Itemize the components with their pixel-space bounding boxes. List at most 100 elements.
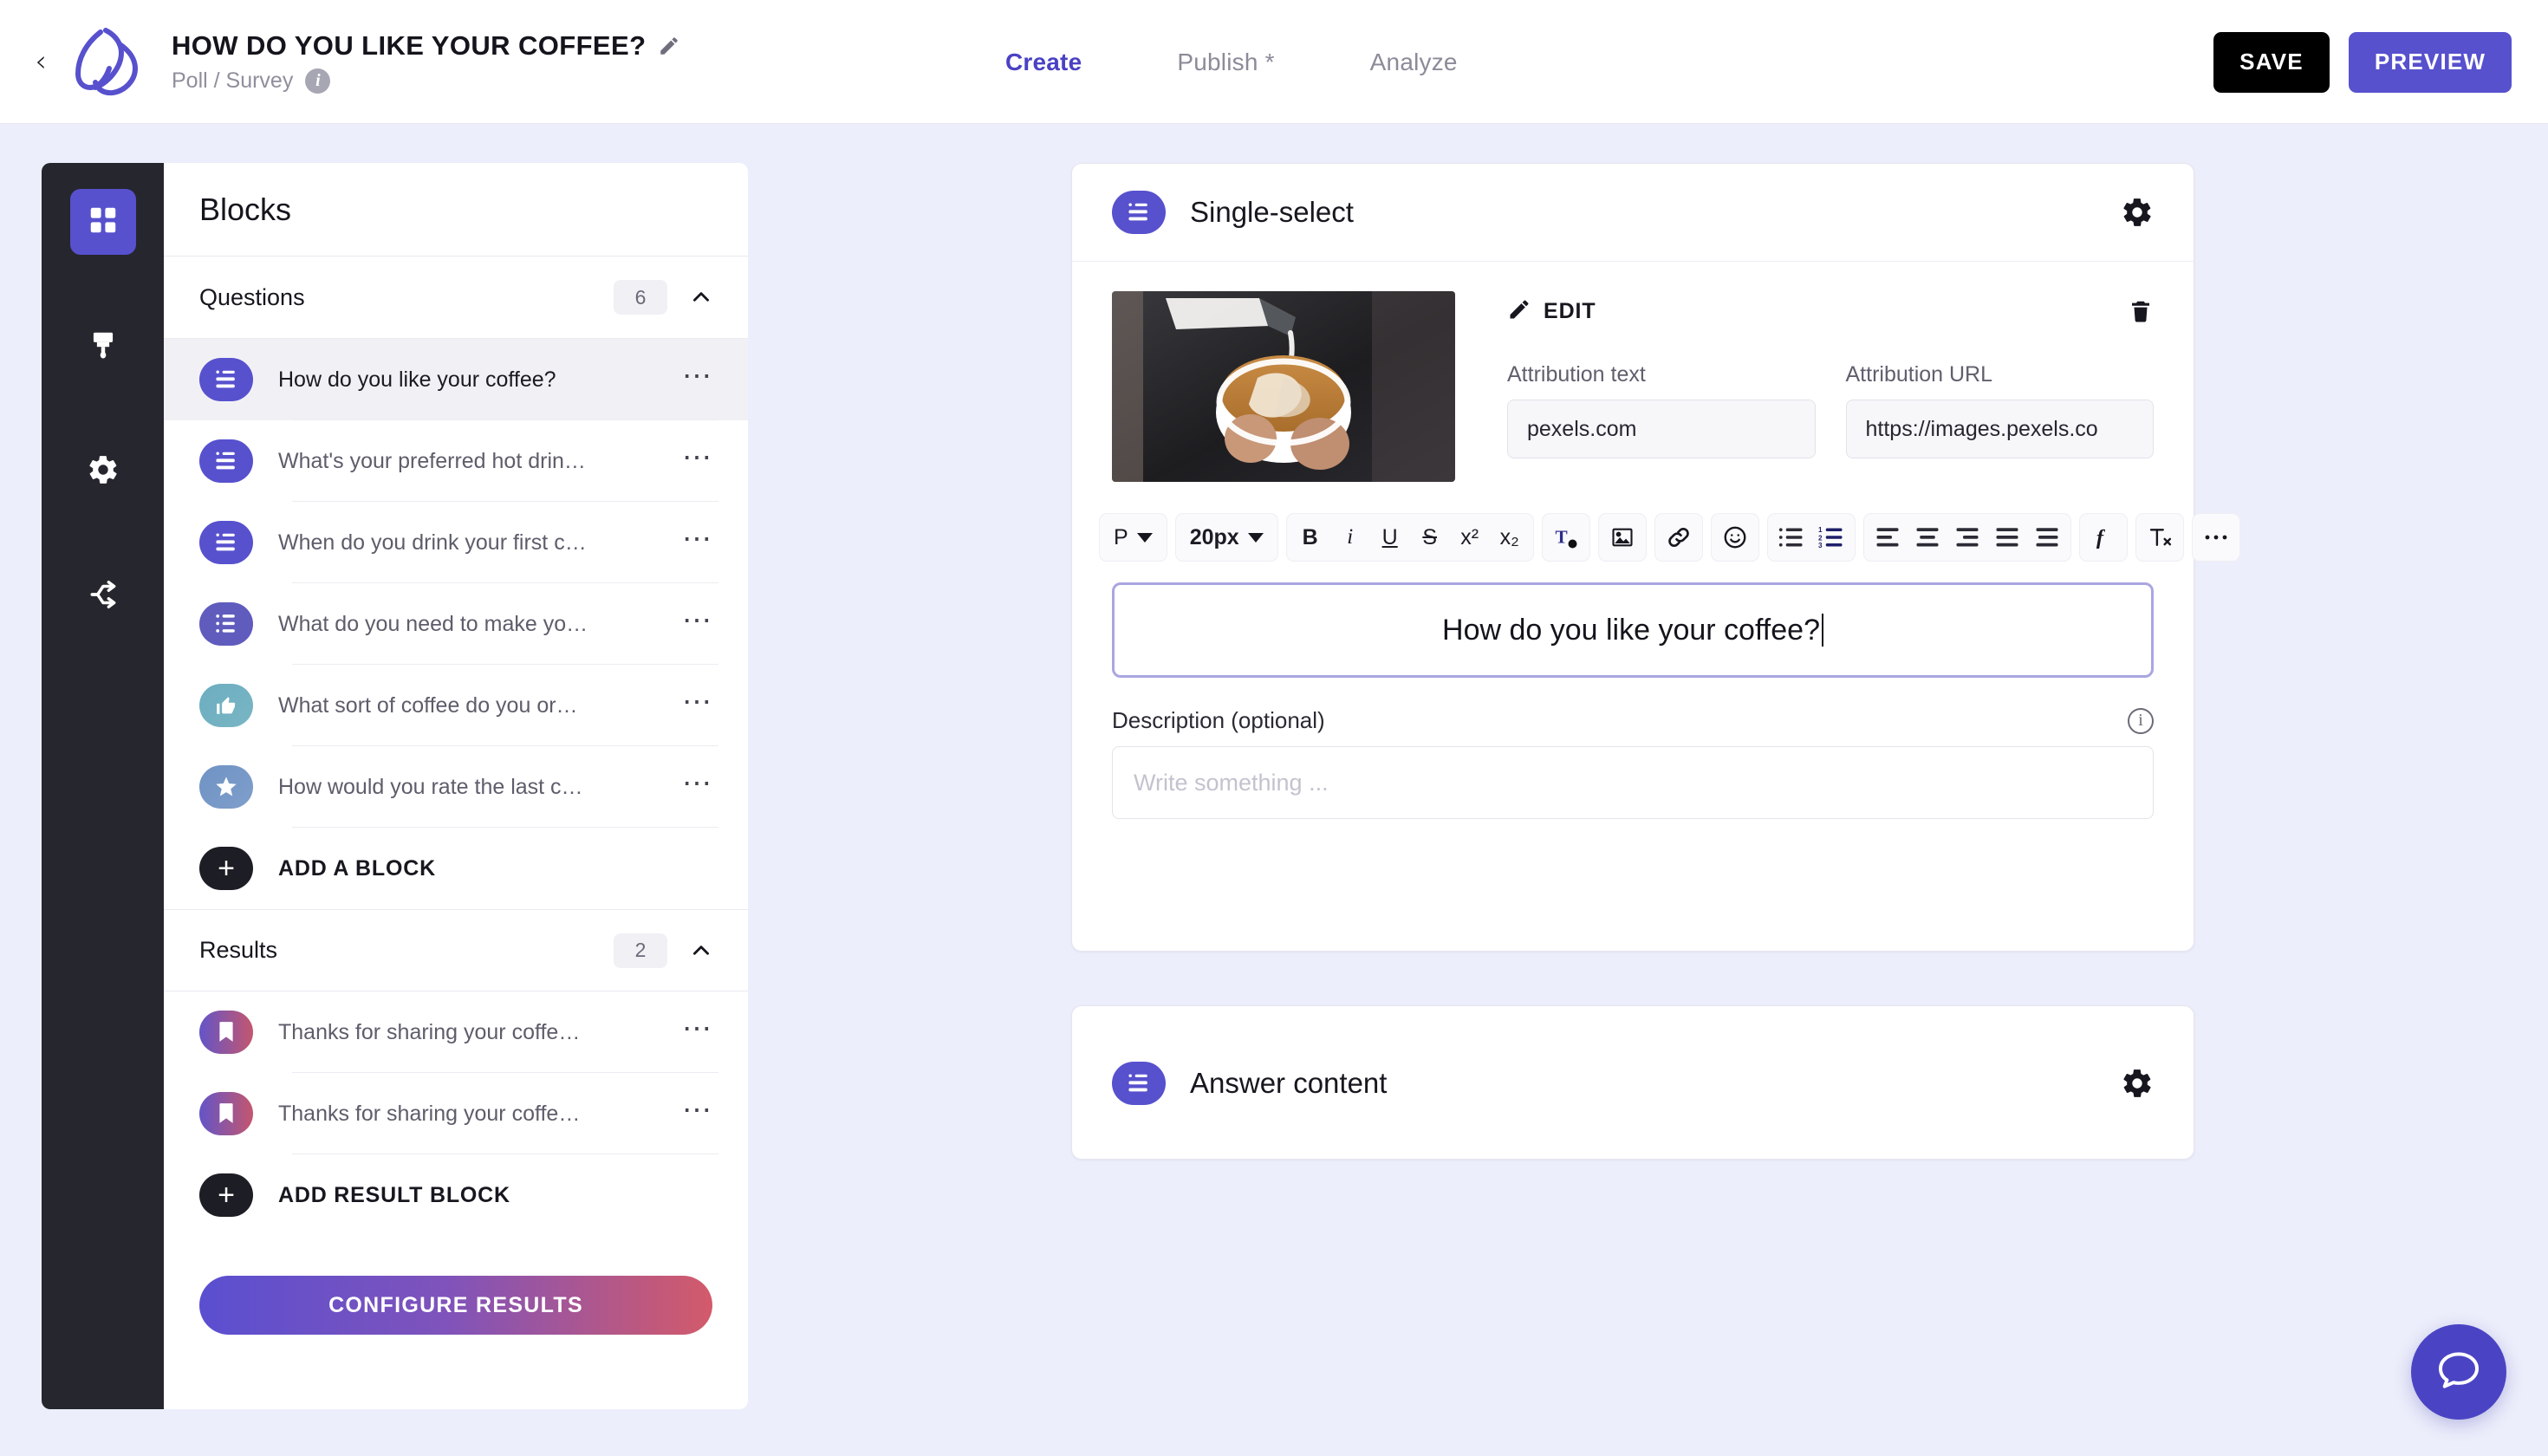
indent-icon[interactable] <box>2027 517 2067 558</box>
attribution-url-input[interactable] <box>1845 400 2154 458</box>
add-result-block-button[interactable]: + ADD RESULT BLOCK <box>164 1154 748 1236</box>
result-row[interactable]: Thanks for sharing your coffe… ⋯ <box>164 991 748 1073</box>
font-size-value: 20px <box>1189 524 1239 549</box>
rail-item-logic[interactable] <box>70 563 136 629</box>
question-card-body: EDIT Attribution text Attribution URL <box>1072 262 2240 819</box>
block-row[interactable]: How do you like your coffee? ⋯ <box>164 339 748 420</box>
add-a-block-label: ADD A BLOCK <box>278 855 436 881</box>
info-icon[interactable]: i <box>2128 707 2154 734</box>
align-center-icon[interactable] <box>1908 517 1947 558</box>
block-row-label: How do you like your coffee? <box>278 367 556 392</box>
strikethrough-button[interactable]: S <box>1410 517 1450 558</box>
back-chevron-icon[interactable]: ‹ <box>26 44 55 79</box>
emoji-icon[interactable] <box>1715 517 1755 558</box>
edit-image-button[interactable]: EDIT <box>1507 297 1596 326</box>
tab-analyze[interactable]: Analyze <box>1370 49 1458 76</box>
share-branch-icon <box>87 578 120 615</box>
attribution-text-group: Attribution text <box>1507 362 1816 458</box>
plus-icon: + <box>199 1173 253 1217</box>
ellipsis-icon[interactable] <box>2196 517 2236 558</box>
result-row[interactable]: Thanks for sharing your coffe… ⋯ <box>164 1073 748 1154</box>
attribution-text-input[interactable] <box>1507 400 1816 458</box>
rail-item-blocks[interactable] <box>69 189 136 255</box>
info-icon[interactable]: i <box>305 68 331 94</box>
ellipsis-icon[interactable]: ⋯ <box>677 687 718 723</box>
tab-publish[interactable]: Publish * <box>1177 49 1274 76</box>
align-justify-icon[interactable] <box>1987 517 2027 558</box>
bold-button[interactable]: B <box>1290 517 1330 558</box>
align-right-icon[interactable] <box>1947 517 1987 558</box>
gear-icon[interactable] <box>2121 1067 2154 1100</box>
text-caret <box>1821 614 1823 647</box>
pencil-icon <box>1507 297 1531 326</box>
panel-title: Blocks <box>164 163 748 257</box>
numbered-list-icon[interactable]: 1 2 3 <box>1811 517 1851 558</box>
insert-image-icon[interactable] <box>1602 517 1642 558</box>
save-button[interactable]: SAVE <box>2213 31 2330 93</box>
ellipsis-icon[interactable]: ⋯ <box>677 606 718 641</box>
answer-card-header: Answer content <box>1072 1006 2194 1160</box>
block-row[interactable]: When do you drink your first c… ⋯ <box>164 502 748 583</box>
blocks-grid-icon <box>87 204 120 241</box>
paragraph-style-select[interactable]: P <box>1103 517 1163 558</box>
description-input[interactable] <box>1112 746 2154 819</box>
single-select-icon <box>199 521 253 564</box>
italic-button[interactable]: i <box>1330 517 1370 558</box>
result-row-label: Thanks for sharing your coffe… <box>278 1101 581 1126</box>
block-row[interactable]: How would you rate the last c… ⋯ <box>164 746 748 828</box>
align-left-icon[interactable] <box>1868 517 1908 558</box>
configure-results-button[interactable]: CONFIGURE RESULTS <box>199 1276 712 1335</box>
link-icon[interactable] <box>1659 517 1699 558</box>
block-row-label: When do you drink your first c… <box>278 530 587 555</box>
questions-section-header[interactable]: Questions 6 <box>164 257 748 339</box>
font-size-select[interactable]: 20px <box>1180 517 1274 558</box>
block-row[interactable]: What do you need to make yo… ⋯ <box>164 583 748 665</box>
chevron-up-icon[interactable] <box>690 286 712 309</box>
formula-icon[interactable]: f <box>2083 517 2123 558</box>
single-select-icon <box>199 358 253 401</box>
answer-content-label: Answer content <box>1190 1067 1388 1099</box>
ellipsis-icon[interactable]: ⋯ <box>677 1014 718 1050</box>
block-row[interactable]: What sort of coffee do you or… ⋯ <box>164 665 748 746</box>
document-title-block: HOW DO YOU LIKE YOUR COFFEE? Poll / Surv… <box>172 30 680 94</box>
question-card: Single-select EDIT Attribution text pexe… <box>1071 163 2240 952</box>
underline-button[interactable]: U <box>1370 517 1410 558</box>
rail-item-design[interactable] <box>70 314 136 380</box>
ellipsis-icon[interactable]: ⋯ <box>677 361 718 397</box>
ellipsis-icon[interactable]: ⋯ <box>677 1095 718 1131</box>
toolbar-group-align <box>1862 513 2071 562</box>
block-row[interactable]: What's your preferred hot drin… ⋯ <box>164 420 748 502</box>
trash-icon[interactable] <box>2128 296 2154 326</box>
results-count-badge: 2 <box>614 933 667 968</box>
subscript-button[interactable]: x₂ <box>1490 517 1530 558</box>
rail-item-settings[interactable] <box>70 439 136 504</box>
bookmark-icon <box>199 1011 253 1054</box>
media-row: EDIT Attribution text Attribution URL <box>1112 291 2154 482</box>
text-color-icon[interactable]: T <box>1546 517 1586 558</box>
ellipsis-icon[interactable]: ⋯ <box>677 769 718 804</box>
bullet-list-icon[interactable] <box>1771 517 1811 558</box>
ellipsis-icon[interactable]: ⋯ <box>677 443 718 478</box>
preview-button[interactable]: PREVIEW <box>2349 31 2512 93</box>
question-type-label: Single-select <box>1190 196 1354 228</box>
single-select-icon <box>1112 191 1166 234</box>
brand-logo-icon[interactable] <box>62 20 146 103</box>
divider <box>292 827 718 828</box>
thumbs-up-icon <box>199 684 253 727</box>
question-text-editor[interactable]: How do you like your coffee? <box>1112 582 2154 678</box>
chevron-up-icon[interactable] <box>690 939 712 962</box>
gear-icon[interactable] <box>2121 196 2154 229</box>
toolbar-group-lists: 1 2 3 <box>1766 513 1856 562</box>
chat-support-button[interactable] <box>2411 1324 2506 1420</box>
pencil-icon[interactable] <box>658 35 680 57</box>
add-a-block-button[interactable]: + ADD A BLOCK <box>164 828 748 909</box>
ellipsis-icon[interactable]: ⋯ <box>677 524 718 560</box>
results-section-header[interactable]: Results 2 <box>164 909 748 991</box>
gear-icon <box>87 453 120 491</box>
clear-formatting-icon[interactable] <box>2140 517 2180 558</box>
superscript-button[interactable]: x² <box>1450 517 1490 558</box>
media-actions: EDIT <box>1507 291 2154 331</box>
tab-create[interactable]: Create <box>1005 49 1082 76</box>
chevron-down-icon <box>1247 532 1264 543</box>
question-image-thumbnail[interactable] <box>1112 291 1455 482</box>
